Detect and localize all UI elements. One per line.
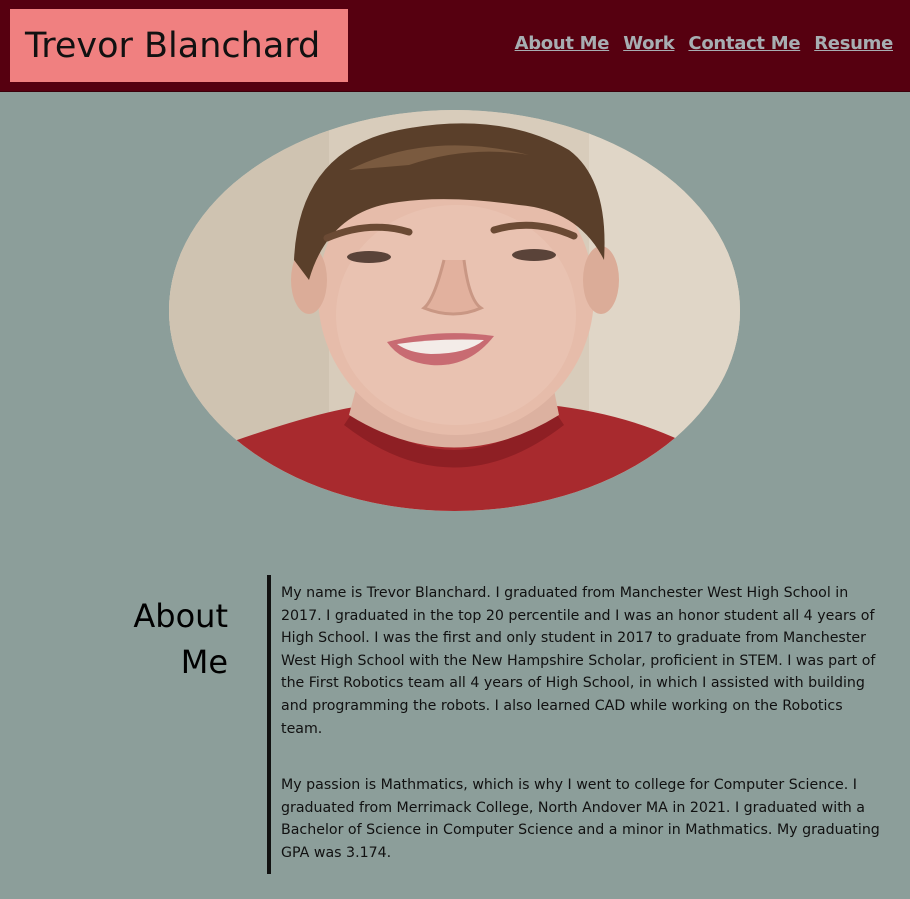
brand-box: Trevor Blanchard — [10, 9, 348, 82]
main-nav: About Me Work Contact Me Resume — [515, 33, 894, 54]
site-title: Trevor Blanchard — [25, 25, 321, 66]
nav-link-work[interactable]: Work — [623, 33, 675, 54]
about-paragraph-2: My passion is Mathmatics, which is why I… — [281, 777, 880, 861]
about-heading: About Me — [100, 593, 228, 685]
profile-photo-illustration — [169, 110, 740, 511]
vertical-divider — [267, 575, 271, 874]
site-header: Trevor Blanchard About Me Work Contact M… — [0, 0, 910, 92]
about-paragraph-1: My name is Trevor Blanchard. I graduated… — [281, 585, 876, 737]
nav-link-about-me[interactable]: About Me — [515, 33, 610, 54]
profile-photo — [169, 110, 740, 511]
nav-link-resume[interactable]: Resume — [814, 33, 893, 54]
nav-link-contact-me[interactable]: Contact Me — [688, 33, 800, 54]
about-heading-line2: Me — [180, 643, 228, 681]
about-body: My name is Trevor Blanchard. I graduated… — [281, 582, 885, 899]
about-heading-line1: About — [133, 597, 228, 635]
